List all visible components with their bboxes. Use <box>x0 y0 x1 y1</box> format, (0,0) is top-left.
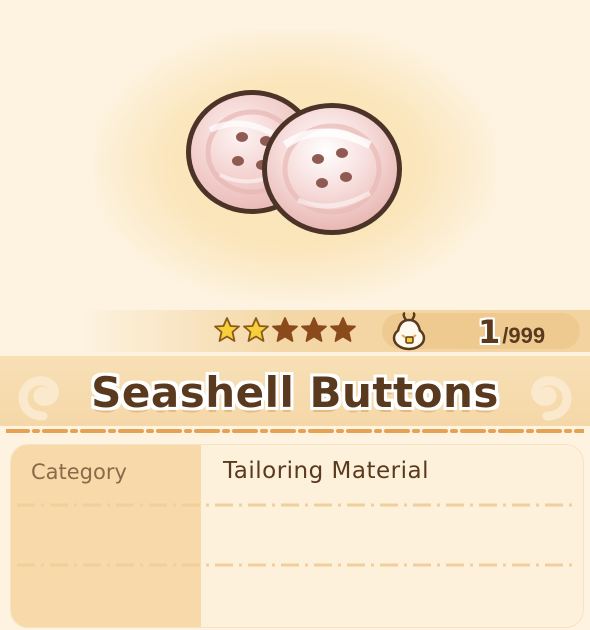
category-label: Category <box>31 460 127 484</box>
rarity-stars <box>213 316 357 346</box>
quantity-current: 1 <box>478 313 501 351</box>
title-divider <box>6 429 584 433</box>
item-info-panel: Category Tailoring Material <box>10 444 584 628</box>
category-value: Tailoring Material <box>223 458 429 484</box>
row-divider <box>17 563 575 567</box>
row-divider <box>17 503 575 507</box>
seashell-buttons-icon <box>186 90 402 235</box>
star-empty-icon <box>330 317 356 342</box>
item-name-title: Seashell Buttons <box>91 367 499 417</box>
star-empty-icon <box>272 317 298 342</box>
star-filled-icon <box>214 317 240 342</box>
star-empty-icon <box>301 317 327 342</box>
quantity-display: 1 /999 <box>478 314 545 350</box>
quantity-max: /999 <box>502 323 546 348</box>
star-filled-icon <box>243 317 269 342</box>
item-bag-icon <box>392 311 426 351</box>
